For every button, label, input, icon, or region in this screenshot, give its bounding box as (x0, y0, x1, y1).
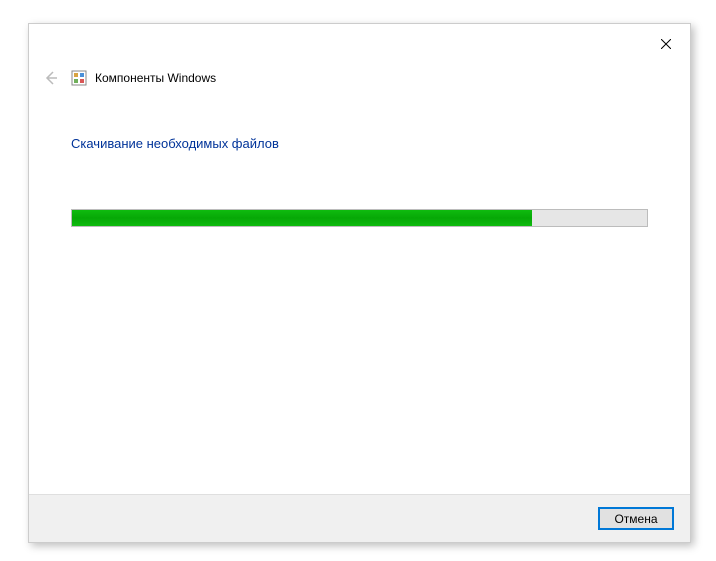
content-area: Скачивание необходимых файлов (29, 92, 690, 494)
footer: Отмена (29, 494, 690, 542)
dialog-window: Компоненты Windows Скачивание необходимы… (28, 23, 691, 543)
close-button[interactable] (650, 32, 682, 56)
status-text: Скачивание необходимых файлов (71, 136, 648, 151)
close-icon (661, 39, 671, 49)
titlebar (29, 24, 690, 64)
progress-bar (71, 209, 648, 227)
progress-fill (72, 210, 532, 226)
dialog-title: Компоненты Windows (95, 71, 216, 85)
windows-features-icon (71, 70, 87, 86)
back-arrow-icon (43, 70, 59, 86)
back-button (39, 66, 63, 90)
cancel-button[interactable]: Отмена (598, 507, 674, 530)
header-row: Компоненты Windows (29, 64, 690, 92)
